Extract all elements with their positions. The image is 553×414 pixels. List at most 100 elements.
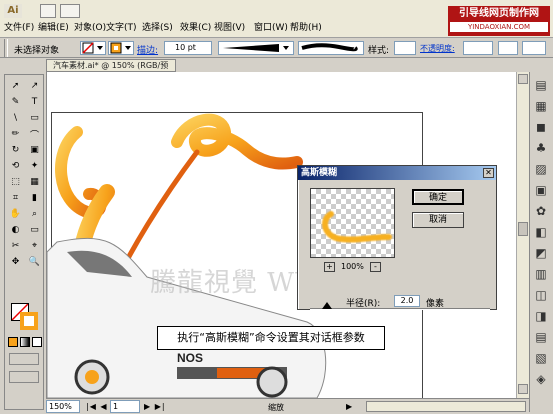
fill-swatch[interactable]	[80, 41, 106, 55]
radius-input[interactable]: 2.0	[394, 295, 420, 307]
right-panel-dock: ▤ ▦ ◼ ♣ ▨ ▣ ✿ ◧ ◩ ▥ ◫ ◨ ▤ ▧ ◈	[529, 72, 553, 412]
navigator-panel-icon[interactable]: ◈	[532, 370, 550, 388]
rectangle-tool-icon[interactable]: ▭	[27, 111, 42, 125]
style-picker[interactable]	[394, 41, 416, 55]
draw-mode-buttons[interactable]	[9, 353, 39, 365]
brushes-panel-icon[interactable]: ▦	[532, 97, 550, 115]
menu-item-5[interactable]: 效果(C)	[180, 22, 211, 35]
vertical-scrollbar[interactable]	[516, 72, 529, 398]
gradient-panel-icon[interactable]: ▨	[532, 160, 550, 178]
zoom-tool-icon[interactable]: ⌕	[27, 207, 42, 221]
cancel-button[interactable]: 取消	[412, 212, 464, 228]
artboard-nav-prev[interactable]: |◀ ◀	[86, 402, 108, 411]
arrange-documents-icon[interactable]	[60, 4, 80, 18]
transform-panel-icon[interactable]: ◨	[532, 307, 550, 325]
artboard-number-field[interactable]: 1	[110, 400, 140, 413]
opacity-label[interactable]: 不透明度:	[420, 43, 455, 54]
type-tool-icon[interactable]: T	[27, 95, 42, 109]
brush-definition-select[interactable]	[298, 41, 364, 55]
color-guide-panel-icon[interactable]: ▧	[532, 349, 550, 367]
gradient-tool-icon[interactable]: ▮	[27, 191, 42, 205]
bridge-icon[interactable]	[40, 4, 56, 18]
appearance-panel-icon[interactable]: ◩	[532, 244, 550, 262]
tutorial-caption: 执行“高斯模糊”命令设置其对话框参数	[157, 326, 385, 350]
brand-title: 引导线网页制作网	[459, 8, 539, 19]
scroll-down-arrow[interactable]	[518, 384, 528, 394]
radius-slider-thumb[interactable]	[322, 302, 332, 309]
symbols-panel-icon[interactable]: ♣	[532, 139, 550, 157]
align-panel-icon[interactable]: ▥	[532, 265, 550, 283]
direct-selection-tool-icon[interactable]: ↗	[27, 79, 42, 93]
pathfinder-panel-icon[interactable]: ◫	[532, 286, 550, 304]
selection-status: 未选择对象	[14, 46, 60, 56]
color-mode-buttons	[8, 337, 42, 347]
zoom-out-button[interactable]: -	[370, 262, 381, 272]
screen-mode-button[interactable]	[9, 371, 39, 383]
scissors-tool-icon[interactable]: ✂	[8, 239, 23, 253]
document-tab[interactable]: 汽车素材.ai* @ 150% (RGB/预览)	[46, 59, 176, 81]
zoom-field[interactable]: 150%	[46, 400, 80, 413]
graphic-styles-panel-icon[interactable]: ✿	[532, 202, 550, 220]
magnify-tool-icon[interactable]: 🔍	[27, 255, 42, 269]
smooth-tool-icon[interactable]: ⌒	[27, 127, 42, 141]
stroke-label[interactable]: 描边:	[137, 43, 158, 56]
zoom-in-button[interactable]: +	[324, 262, 335, 272]
hand-tool-icon[interactable]: ✋	[8, 207, 23, 221]
fill-stroke-widget[interactable]	[11, 303, 39, 331]
radius-slider-track[interactable]	[310, 308, 490, 310]
menu-item-2[interactable]: 对象(O)	[74, 22, 106, 35]
slice-tool-icon[interactable]: ▭	[27, 223, 42, 237]
transparency-panel-icon[interactable]: ▣	[532, 181, 550, 199]
headlight-left-inner	[85, 370, 99, 384]
transform-button[interactable]	[498, 41, 518, 55]
stroke-panel-icon[interactable]: ◼	[532, 118, 550, 136]
brand-url: YINDAOXIAN.COM	[450, 22, 548, 32]
menu-item-4[interactable]: 选择(S)	[142, 22, 173, 35]
align-button[interactable]	[522, 41, 546, 55]
line-tool-icon[interactable]: \	[8, 111, 23, 125]
brush-profile-select[interactable]	[218, 41, 294, 55]
menu-item-7[interactable]: 窗口(W)	[254, 22, 288, 35]
none-button[interactable]	[32, 337, 42, 347]
layers-panel-icon[interactable]: ◧	[532, 223, 550, 241]
menu-item-3[interactable]: 文字(T)	[106, 22, 137, 35]
stroke-swatch[interactable]	[108, 41, 134, 55]
gradient-button[interactable]	[20, 337, 30, 347]
scroll-thumb[interactable]	[518, 222, 528, 236]
artboard-tool-icon[interactable]: ✥	[8, 255, 23, 269]
menu-item-0[interactable]: 文件(F)	[4, 22, 34, 35]
graph-tool-icon[interactable]: ▦	[27, 175, 42, 189]
scale-tool-icon[interactable]: ▣	[27, 143, 42, 157]
stroke-box[interactable]	[20, 312, 38, 330]
preview-zoom: 100%	[341, 262, 364, 271]
color-panel-icon[interactable]: ▤	[532, 328, 550, 346]
menu-item-8[interactable]: 帮助(H)	[290, 22, 322, 35]
menu-item-1[interactable]: 编辑(E)	[38, 22, 69, 35]
eyedropper-tool-icon[interactable]: ⌖	[27, 239, 42, 253]
gaussian-blur-dialog: 高斯模糊 ✕ + 100% - 确定 取消 半径(R): 2.0 像素	[297, 165, 497, 310]
warp-tool-icon[interactable]: ⟲	[8, 159, 23, 173]
pencil-tool-icon[interactable]: ✏	[8, 127, 23, 141]
close-icon[interactable]: ✕	[483, 168, 494, 178]
brand-banner: 引导线网页制作网 YINDAOXIAN.COM	[448, 6, 550, 36]
blur-preview[interactable]	[310, 188, 395, 258]
artboard-nav-next[interactable]: ▶ ▶|	[144, 402, 166, 411]
rotate-tool-icon[interactable]: ↻	[8, 143, 23, 157]
swatches-panel-icon[interactable]: ▤	[532, 76, 550, 94]
symbol-tool-icon[interactable]: ✦	[27, 159, 42, 173]
horizontal-scrollbar[interactable]	[366, 401, 526, 412]
mesh-tool-icon[interactable]: ⌗	[8, 191, 23, 205]
blend-tool-icon[interactable]: ◐	[8, 223, 23, 237]
grip-handle[interactable]	[4, 39, 8, 57]
status-menu-arrow[interactable]: ▶	[346, 402, 352, 411]
menu-item-6[interactable]: 视图(V)	[214, 22, 245, 35]
nos-logo: NOS	[177, 351, 203, 365]
ok-button[interactable]: 确定	[412, 189, 464, 205]
stroke-weight-field[interactable]: 10 pt	[164, 41, 212, 55]
color-button[interactable]	[8, 337, 18, 347]
selection-tool-icon[interactable]: ➚	[8, 79, 23, 93]
scroll-up-arrow[interactable]	[518, 74, 528, 84]
free-transform-tool-icon[interactable]: ⬚	[8, 175, 23, 189]
opacity-field[interactable]	[463, 41, 493, 55]
pen-tool-icon[interactable]: ✎	[8, 95, 23, 109]
